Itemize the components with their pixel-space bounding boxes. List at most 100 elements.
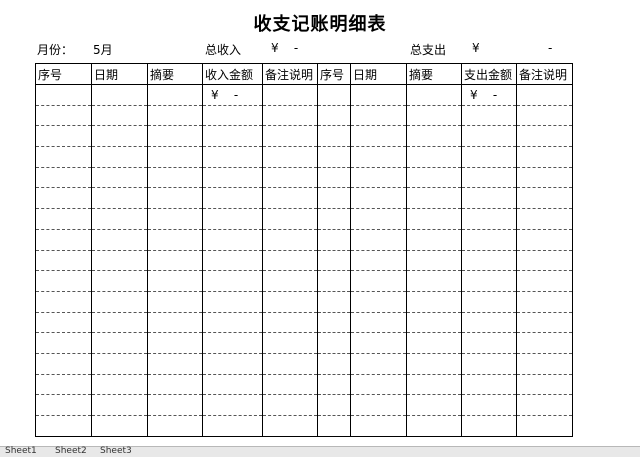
ledger-cell[interactable]	[35, 167, 92, 189]
ledger-cell[interactable]	[147, 229, 203, 251]
ledger-cell[interactable]	[35, 394, 92, 416]
ledger-cell[interactable]	[406, 187, 462, 210]
ledger-cell[interactable]	[262, 394, 318, 416]
col-header-expense-note[interactable]: 备注说明	[516, 63, 573, 85]
ledger-cell[interactable]	[202, 250, 263, 272]
ledger-cell[interactable]	[91, 291, 148, 313]
col-header-income-no[interactable]: 序号	[35, 63, 92, 85]
ledger-cell[interactable]	[461, 415, 517, 437]
ledger-cell[interactable]	[262, 187, 318, 210]
ledger-cell[interactable]	[350, 291, 407, 313]
total-expense-value[interactable]: -	[548, 41, 552, 55]
ledger-cell[interactable]	[516, 291, 573, 313]
ledger-cell[interactable]	[350, 394, 407, 416]
ledger-cell[interactable]	[147, 291, 203, 313]
ledger-cell[interactable]	[147, 394, 203, 416]
ledger-cell[interactable]	[91, 415, 148, 437]
ledger-cell[interactable]	[91, 187, 148, 210]
ledger-cell[interactable]	[91, 353, 148, 375]
ledger-cell[interactable]	[406, 394, 462, 416]
ledger-cell[interactable]	[516, 332, 573, 354]
ledger-cell[interactable]	[91, 312, 148, 334]
ledger-cell[interactable]	[516, 312, 573, 334]
ledger-cell[interactable]	[461, 332, 517, 354]
col-header-income-summary[interactable]: 摘要	[147, 63, 203, 85]
ledger-cell[interactable]	[350, 125, 407, 148]
ledger-cell[interactable]	[317, 312, 351, 334]
ledger-cell[interactable]	[317, 374, 351, 396]
ledger-cell[interactable]	[516, 270, 573, 292]
ledger-cell[interactable]	[262, 332, 318, 354]
ledger-cell[interactable]	[202, 332, 263, 354]
ledger-cell[interactable]	[461, 105, 517, 127]
ledger-cell[interactable]	[202, 125, 263, 148]
ledger-cell[interactable]	[35, 84, 92, 106]
ledger-cell[interactable]	[262, 374, 318, 396]
ledger-cell[interactable]	[91, 374, 148, 396]
ledger-cell[interactable]	[147, 270, 203, 292]
ledger-cell[interactable]	[350, 105, 407, 127]
ledger-cell[interactable]	[91, 229, 148, 251]
ledger-cell[interactable]	[317, 291, 351, 313]
col-header-income-note[interactable]: 备注说明	[262, 63, 318, 85]
ledger-cell[interactable]	[91, 270, 148, 292]
ledger-cell[interactable]	[35, 270, 92, 292]
income-amount-cell[interactable]: ¥ -	[202, 84, 263, 106]
ledger-cell[interactable]	[461, 229, 517, 251]
ledger-cell[interactable]	[317, 125, 351, 148]
ledger-cell[interactable]	[350, 208, 407, 230]
ledger-cell[interactable]	[35, 187, 92, 210]
col-header-expense-date[interactable]: 日期	[350, 63, 407, 85]
ledger-cell[interactable]	[516, 187, 573, 210]
ledger-cell[interactable]	[91, 125, 148, 148]
ledger-cell[interactable]	[406, 415, 462, 437]
ledger-cell[interactable]	[91, 105, 148, 127]
ledger-cell[interactable]	[147, 167, 203, 189]
ledger-cell[interactable]	[35, 125, 92, 148]
ledger-cell[interactable]	[516, 374, 573, 396]
ledger-cell[interactable]	[317, 105, 351, 127]
ledger-cell[interactable]	[147, 332, 203, 354]
month-value[interactable]: 5月	[93, 41, 113, 58]
ledger-cell[interactable]	[202, 167, 263, 189]
ledger-cell[interactable]	[317, 84, 351, 106]
ledger-cell[interactable]	[406, 353, 462, 375]
ledger-cell[interactable]	[35, 374, 92, 396]
ledger-cell[interactable]	[461, 125, 517, 148]
ledger-cell[interactable]	[317, 415, 351, 437]
ledger-cell[interactable]	[516, 394, 573, 416]
ledger-cell[interactable]	[147, 374, 203, 396]
ledger-cell[interactable]	[461, 208, 517, 230]
ledger-cell[interactable]	[202, 229, 263, 251]
ledger-cell[interactable]	[147, 84, 203, 106]
ledger-cell[interactable]	[35, 229, 92, 251]
ledger-cell[interactable]	[516, 84, 573, 106]
ledger-cell[interactable]	[262, 125, 318, 148]
ledger-cell[interactable]	[350, 146, 407, 168]
ledger-cell[interactable]	[202, 208, 263, 230]
ledger-cell[interactable]	[147, 187, 203, 210]
ledger-cell[interactable]	[350, 167, 407, 189]
ledger-cell[interactable]	[35, 105, 92, 127]
sheet-tab-3[interactable]: Sheet3	[97, 446, 135, 456]
ledger-cell[interactable]	[461, 353, 517, 375]
ledger-cell[interactable]	[516, 353, 573, 375]
ledger-cell[interactable]	[317, 229, 351, 251]
col-header-income-date[interactable]: 日期	[91, 63, 148, 85]
ledger-cell[interactable]	[406, 84, 462, 106]
ledger-cell[interactable]	[406, 291, 462, 313]
ledger-cell[interactable]	[516, 208, 573, 230]
ledger-cell[interactable]	[91, 167, 148, 189]
ledger-cell[interactable]	[262, 353, 318, 375]
ledger-cell[interactable]	[91, 208, 148, 230]
ledger-cell[interactable]	[147, 312, 203, 334]
ledger-cell[interactable]	[516, 229, 573, 251]
ledger-cell[interactable]	[147, 208, 203, 230]
ledger-cell[interactable]	[317, 167, 351, 189]
ledger-cell[interactable]	[350, 250, 407, 272]
ledger-cell[interactable]	[262, 208, 318, 230]
ledger-cell[interactable]	[147, 105, 203, 127]
total-income-value[interactable]: ¥ -	[271, 41, 298, 55]
ledger-cell[interactable]	[147, 415, 203, 437]
ledger-cell[interactable]	[350, 415, 407, 437]
